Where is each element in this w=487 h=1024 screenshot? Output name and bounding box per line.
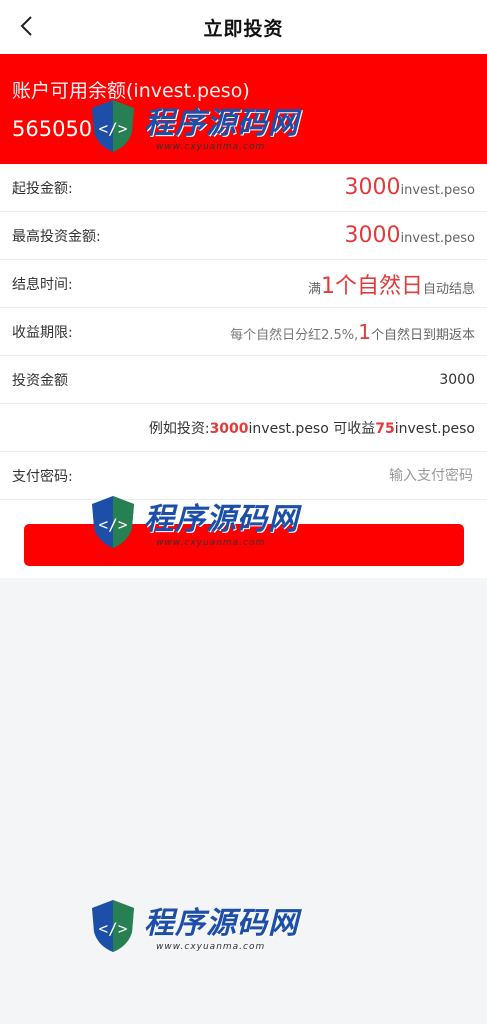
settle-prefix: 满 [307, 281, 321, 297]
settle-time-value-group: 满1个自然日自动结息 [308, 268, 475, 300]
balance-amount: 565050 [12, 117, 93, 141]
settle-time-row: 结息时间: 满1个自然日自动结息 [0, 260, 487, 308]
min-invest-label: 起投金额: [12, 180, 73, 197]
settle-time-label: 结息时间: [12, 276, 73, 293]
submit-area [0, 500, 487, 578]
term-value-group: 每个自然日分红2.5%,1个自然日到期返本 [230, 320, 475, 344]
term-row: 收益期限: 每个自然日分红2.5%,1个自然日到期返本 [0, 308, 487, 356]
balance-card: 账户可用余额(invest.peso) 565050 [0, 54, 487, 164]
max-invest-label: 最高投资金额: [12, 228, 101, 245]
invest-amount-row[interactable]: 投资金额 3000 [0, 356, 487, 404]
submit-button[interactable] [23, 524, 464, 566]
watermark-3: </> 程序源码网 www.cxyuanma.com [88, 896, 299, 954]
settle-suffix: 自动结息 [422, 281, 475, 297]
watermark-url: www.cxyuanma.com [156, 942, 266, 952]
max-invest-value: 3000 [344, 223, 401, 248]
example-invest-value: 3000 [209, 420, 249, 437]
back-button[interactable] [14, 12, 38, 40]
page-title: 立即投资 [203, 17, 284, 40]
example-text-3: invest.peso [394, 420, 475, 437]
max-invest-unit: invest.peso [400, 231, 475, 246]
max-invest-value-group: 3000invest.peso [344, 223, 475, 248]
example-row: 例如投资:3000invest.peso 可收益75invest.peso [0, 404, 487, 452]
min-invest-unit: invest.peso [400, 183, 475, 198]
code-shield-icon: </> [92, 900, 134, 952]
settle-value: 1个自然日 [320, 273, 423, 299]
example-text: 例如投资:3000invest.peso 可收益75invest.peso [149, 418, 475, 438]
chevron-left-icon [20, 16, 32, 36]
invest-amount-value[interactable]: 3000 [439, 372, 475, 388]
password-row: 支付密码: [0, 452, 487, 500]
invest-amount-label: 投资金额 [12, 372, 68, 389]
password-label: 支付密码: [12, 468, 73, 485]
term-value: 1 [358, 319, 371, 344]
term-prefix: 每个自然日分红2.5%, [230, 327, 359, 343]
invest-form: 起投金额: 3000invest.peso 最高投资金额: 3000invest… [0, 164, 487, 500]
max-invest-row: 最高投资金额: 3000invest.peso [0, 212, 487, 260]
example-profit-value: 75 [375, 420, 395, 437]
example-text-1: 例如投资: [148, 420, 210, 437]
watermark-brand: 程序源码网 [144, 906, 299, 941]
min-invest-value-group: 3000invest.peso [344, 175, 475, 200]
header: 立即投资 [0, 0, 487, 54]
min-invest-value: 3000 [344, 175, 401, 200]
svg-text:</>: </> [99, 919, 128, 938]
term-suffix: 个自然日到期返本 [370, 327, 475, 343]
balance-label: 账户可用余额(invest.peso) [12, 80, 250, 102]
example-text-2: invest.peso 可收益 [248, 420, 376, 437]
min-invest-row: 起投金额: 3000invest.peso [0, 164, 487, 212]
term-label: 收益期限: [12, 324, 73, 341]
password-input[interactable] [271, 466, 475, 485]
